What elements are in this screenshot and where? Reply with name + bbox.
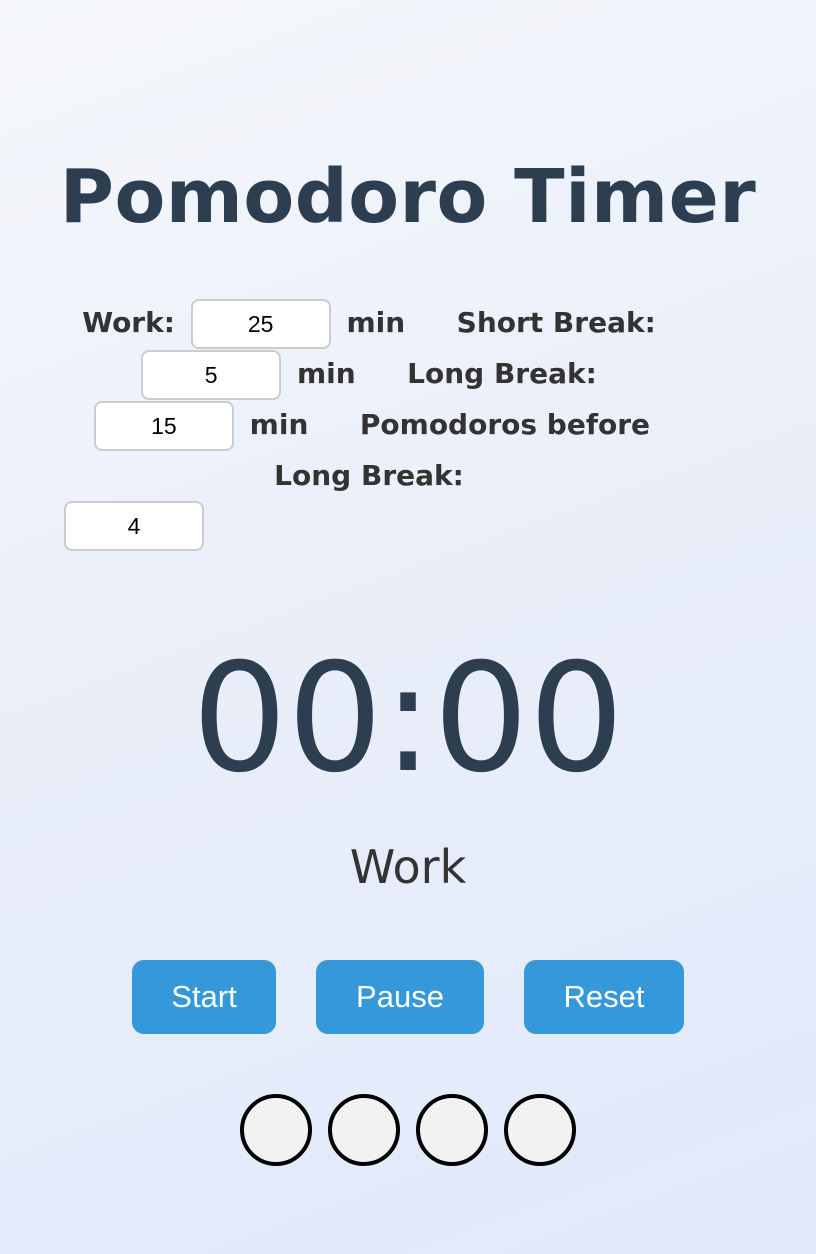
short-break-label: Short Break:: [456, 306, 656, 339]
pomodoro-progress-dot: [504, 1094, 576, 1166]
session-mode-label: Work: [349, 840, 467, 894]
work-duration-label: Work:: [82, 306, 175, 339]
long-break-input[interactable]: [93, 401, 234, 451]
settings-panel: Work: min Short Break: min Long Break: m…: [64, 298, 674, 551]
pomodoros-before-long-break-input[interactable]: [64, 501, 204, 551]
pomodoro-progress-dot: [240, 1094, 312, 1166]
reset-button[interactable]: Reset: [524, 960, 684, 1034]
page-title: Pomodoro Timer: [59, 154, 757, 240]
long-break-unit: min: [249, 408, 309, 441]
short-break-input[interactable]: [141, 350, 282, 400]
long-break-label: Long Break:: [407, 357, 597, 390]
pomodoro-progress-dot: [328, 1094, 400, 1166]
start-button[interactable]: Start: [132, 960, 276, 1034]
work-duration-input[interactable]: [190, 299, 331, 349]
timer-display: 00:00: [191, 632, 625, 806]
short-break-unit: min: [296, 357, 356, 390]
pomodoro-progress-dot: [416, 1094, 488, 1166]
pomodoros-row: [64, 501, 674, 551]
work-duration-unit: min: [346, 306, 406, 339]
pomodoros-before-long-break-label: Pomodoros before Long Break:: [274, 408, 651, 492]
pomodoro-progress-indicators: [240, 1094, 580, 1166]
pause-button[interactable]: Pause: [316, 960, 484, 1034]
